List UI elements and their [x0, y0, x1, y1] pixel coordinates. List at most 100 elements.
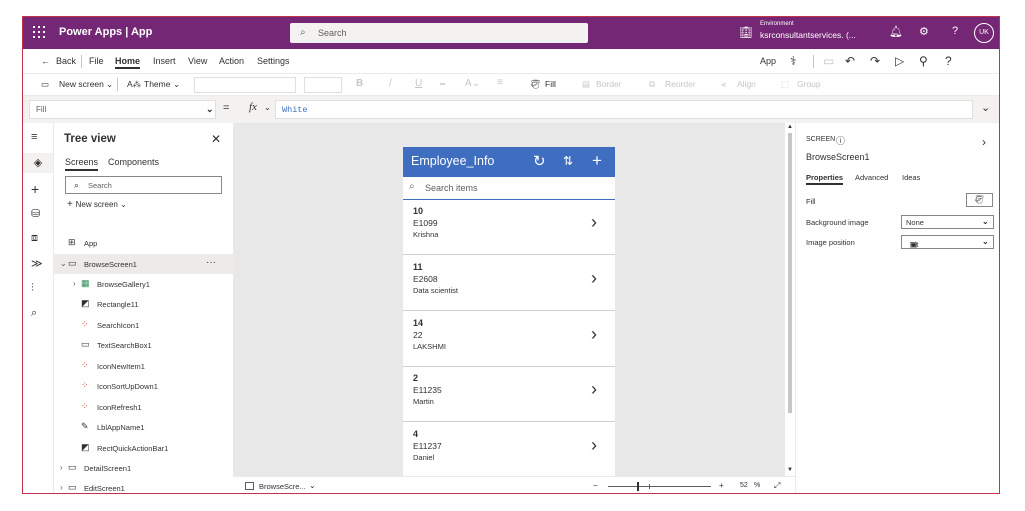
user-avatar[interactable]: UK	[974, 23, 994, 43]
align-icon[interactable]: ⫷	[721, 79, 726, 90]
group-button[interactable]: Group	[797, 79, 821, 89]
help-circle-icon[interactable]: ⓘ	[836, 134, 845, 147]
environment-icon[interactable]: 🏢︎	[739, 26, 753, 39]
formula-input[interactable]: White	[275, 100, 973, 119]
align-button[interactable]: Align	[737, 79, 756, 89]
font-family-dropdown[interactable]	[194, 77, 296, 93]
current-screen-label[interactable]: BrowseScre...	[259, 482, 306, 491]
tab-properties[interactable]: Properties	[806, 173, 844, 185]
underline-button[interactable]: U	[415, 78, 422, 89]
redo-icon[interactable]: ↷	[870, 54, 880, 68]
selected-control-name[interactable]: BrowseScreen1	[806, 152, 870, 162]
chevron-down-icon[interactable]: ⌄	[106, 79, 113, 90]
theme-icon[interactable]: A⁂	[127, 79, 141, 90]
global-search-box[interactable]: ⌕ Search	[290, 23, 588, 43]
tree-node-app[interactable]: ⊞ App	[54, 233, 233, 253]
fx-icon[interactable]: fx	[249, 101, 257, 113]
notifications-icon[interactable]: 🔔︎	[889, 25, 903, 38]
stethoscope-icon[interactable]: ⚕	[790, 54, 797, 68]
chevron-right-icon[interactable]: ›	[60, 463, 63, 472]
help-question-icon[interactable]: ?	[945, 54, 952, 68]
tree-node-iconnewitem1[interactable]: ⁘ IconNewItem1	[54, 356, 233, 376]
border-icon[interactable]: ▤	[582, 79, 590, 90]
advanced-tools-icon[interactable]: ⫶	[31, 282, 34, 295]
zoom-slider-track[interactable]	[608, 486, 711, 487]
app-name-label[interactable]: Employee_Info	[411, 154, 494, 168]
play-icon[interactable]: ▷	[895, 54, 904, 68]
new-screen-icon[interactable]: ▭	[41, 79, 49, 90]
menu-file[interactable]: File	[89, 56, 104, 66]
fill-button[interactable]: Fill	[545, 79, 556, 89]
app-search-box[interactable]: ⌕ Search items	[403, 177, 615, 200]
sort-up-down-icon[interactable]: ⇅	[563, 154, 573, 168]
background-image-dropdown[interactable]: None ⌄	[901, 215, 994, 229]
expand-formula-icon[interactable]: ⌄	[981, 101, 990, 114]
back-button[interactable]: Back	[56, 56, 76, 66]
tree-node-iconrefresh1[interactable]: ⁘ IconRefresh1	[54, 397, 233, 417]
power-automate-icon[interactable]: ≫	[31, 257, 43, 270]
app-screen-preview[interactable]: Employee_Info ↻ ⇅ + ⌕ Search items 10 E1…	[403, 147, 615, 477]
tab-components[interactable]: Components	[108, 157, 159, 167]
menu-settings[interactable]: Settings	[257, 56, 290, 66]
add-new-item-icon[interactable]: +	[592, 151, 602, 171]
app-launcher-icon[interactable]	[33, 26, 45, 38]
chevron-right-icon[interactable]: ›	[60, 483, 63, 492]
gallery-item[interactable]: 10 E1099 Krishna ›	[403, 200, 615, 255]
chevron-down-icon[interactable]: ⌄	[309, 481, 316, 490]
comment-icon[interactable]: ▭	[823, 54, 834, 68]
zoom-out-button[interactable]: −	[593, 481, 598, 490]
new-screen-button[interactable]: New screen	[59, 79, 104, 89]
tree-node-rectquickactionbar1[interactable]: ◩ RectQuickActionBar1	[54, 438, 233, 458]
tab-screens[interactable]: Screens	[65, 157, 99, 171]
tab-advanced[interactable]: Advanced	[855, 173, 888, 182]
layers-icon[interactable]: ◈	[23, 153, 53, 173]
refresh-icon[interactable]: ↻	[533, 152, 546, 170]
menu-insert[interactable]: Insert	[153, 56, 176, 66]
insert-plus-icon[interactable]: +	[31, 181, 39, 197]
settings-gear-icon[interactable]: ⚙	[919, 25, 929, 38]
tab-ideas[interactable]: Ideas	[902, 173, 920, 182]
search-icon[interactable]: ⌕	[31, 307, 37, 320]
help-icon[interactable]: ?	[952, 25, 958, 37]
tree-new-screen-button[interactable]: + New screen ⌄	[67, 199, 127, 210]
environment-value[interactable]: ksrconsultantservices. (...	[760, 30, 856, 40]
app-checker-label[interactable]: App	[760, 56, 776, 66]
back-arrow-icon[interactable]: ←	[41, 56, 50, 66]
tree-node-detailscreen1[interactable]: › ▭ DetailScreen1	[54, 458, 233, 478]
bold-button[interactable]: B	[356, 78, 363, 89]
border-button[interactable]: Border	[596, 79, 622, 89]
hamburger-menu-icon[interactable]: ≡	[31, 131, 37, 143]
chevron-right-icon[interactable]: ›	[591, 324, 597, 345]
chevron-right-icon[interactable]: ›	[591, 379, 597, 400]
zoom-in-button[interactable]: +	[719, 481, 724, 490]
property-dropdown[interactable]: Fill ⌄	[29, 100, 216, 119]
tree-node-lblappname1[interactable]: ✎ LblAppName1	[54, 417, 233, 437]
tree-node-rectangle11[interactable]: ◩ Rectangle11	[54, 294, 233, 314]
gallery-item[interactable]: 11 E2608 Data scientist ›	[403, 256, 615, 311]
chevron-down-icon[interactable]: ⌄	[173, 79, 180, 90]
image-position-dropdown[interactable]: ▣ Fit ⌄	[901, 235, 994, 249]
group-icon[interactable]: ⬚	[781, 79, 789, 90]
menu-home[interactable]: Home	[115, 56, 141, 69]
data-cylinder-icon[interactable]: ⛁	[31, 207, 40, 220]
chevron-right-icon[interactable]: ›	[73, 279, 76, 288]
font-color-icon[interactable]: A⌄	[465, 78, 480, 89]
tree-node-browsescreen1[interactable]: ⌄ ▭ BrowseScreen1 ···	[54, 254, 233, 274]
gallery-item[interactable]: 14 22 LAKSHMI ›	[403, 312, 615, 367]
zoom-slider-handle[interactable]	[637, 482, 639, 491]
gallery-item[interactable]: 2 E11235 Martin ›	[403, 367, 615, 422]
chevron-right-icon[interactable]: ›	[591, 212, 597, 233]
tree-node-searchicon1[interactable]: ⁘ SearchIcon1	[54, 315, 233, 335]
chevron-right-icon[interactable]: ›	[982, 135, 986, 149]
italic-button[interactable]: /	[389, 78, 392, 89]
text-align-icon[interactable]: ≡	[497, 77, 503, 88]
chevron-right-icon[interactable]: ›	[591, 268, 597, 289]
reorder-button[interactable]: Reorder	[665, 79, 696, 89]
chevron-down-icon[interactable]: ⌄	[264, 103, 271, 112]
media-icon[interactable]: ⧈	[31, 232, 38, 245]
menu-view[interactable]: View	[188, 56, 207, 66]
reorder-icon[interactable]: ⧉	[649, 79, 655, 90]
menu-action[interactable]: Action	[219, 56, 244, 66]
tree-search-input[interactable]: ⌕ Search	[65, 176, 222, 194]
chevron-right-icon[interactable]: ›	[591, 435, 597, 456]
